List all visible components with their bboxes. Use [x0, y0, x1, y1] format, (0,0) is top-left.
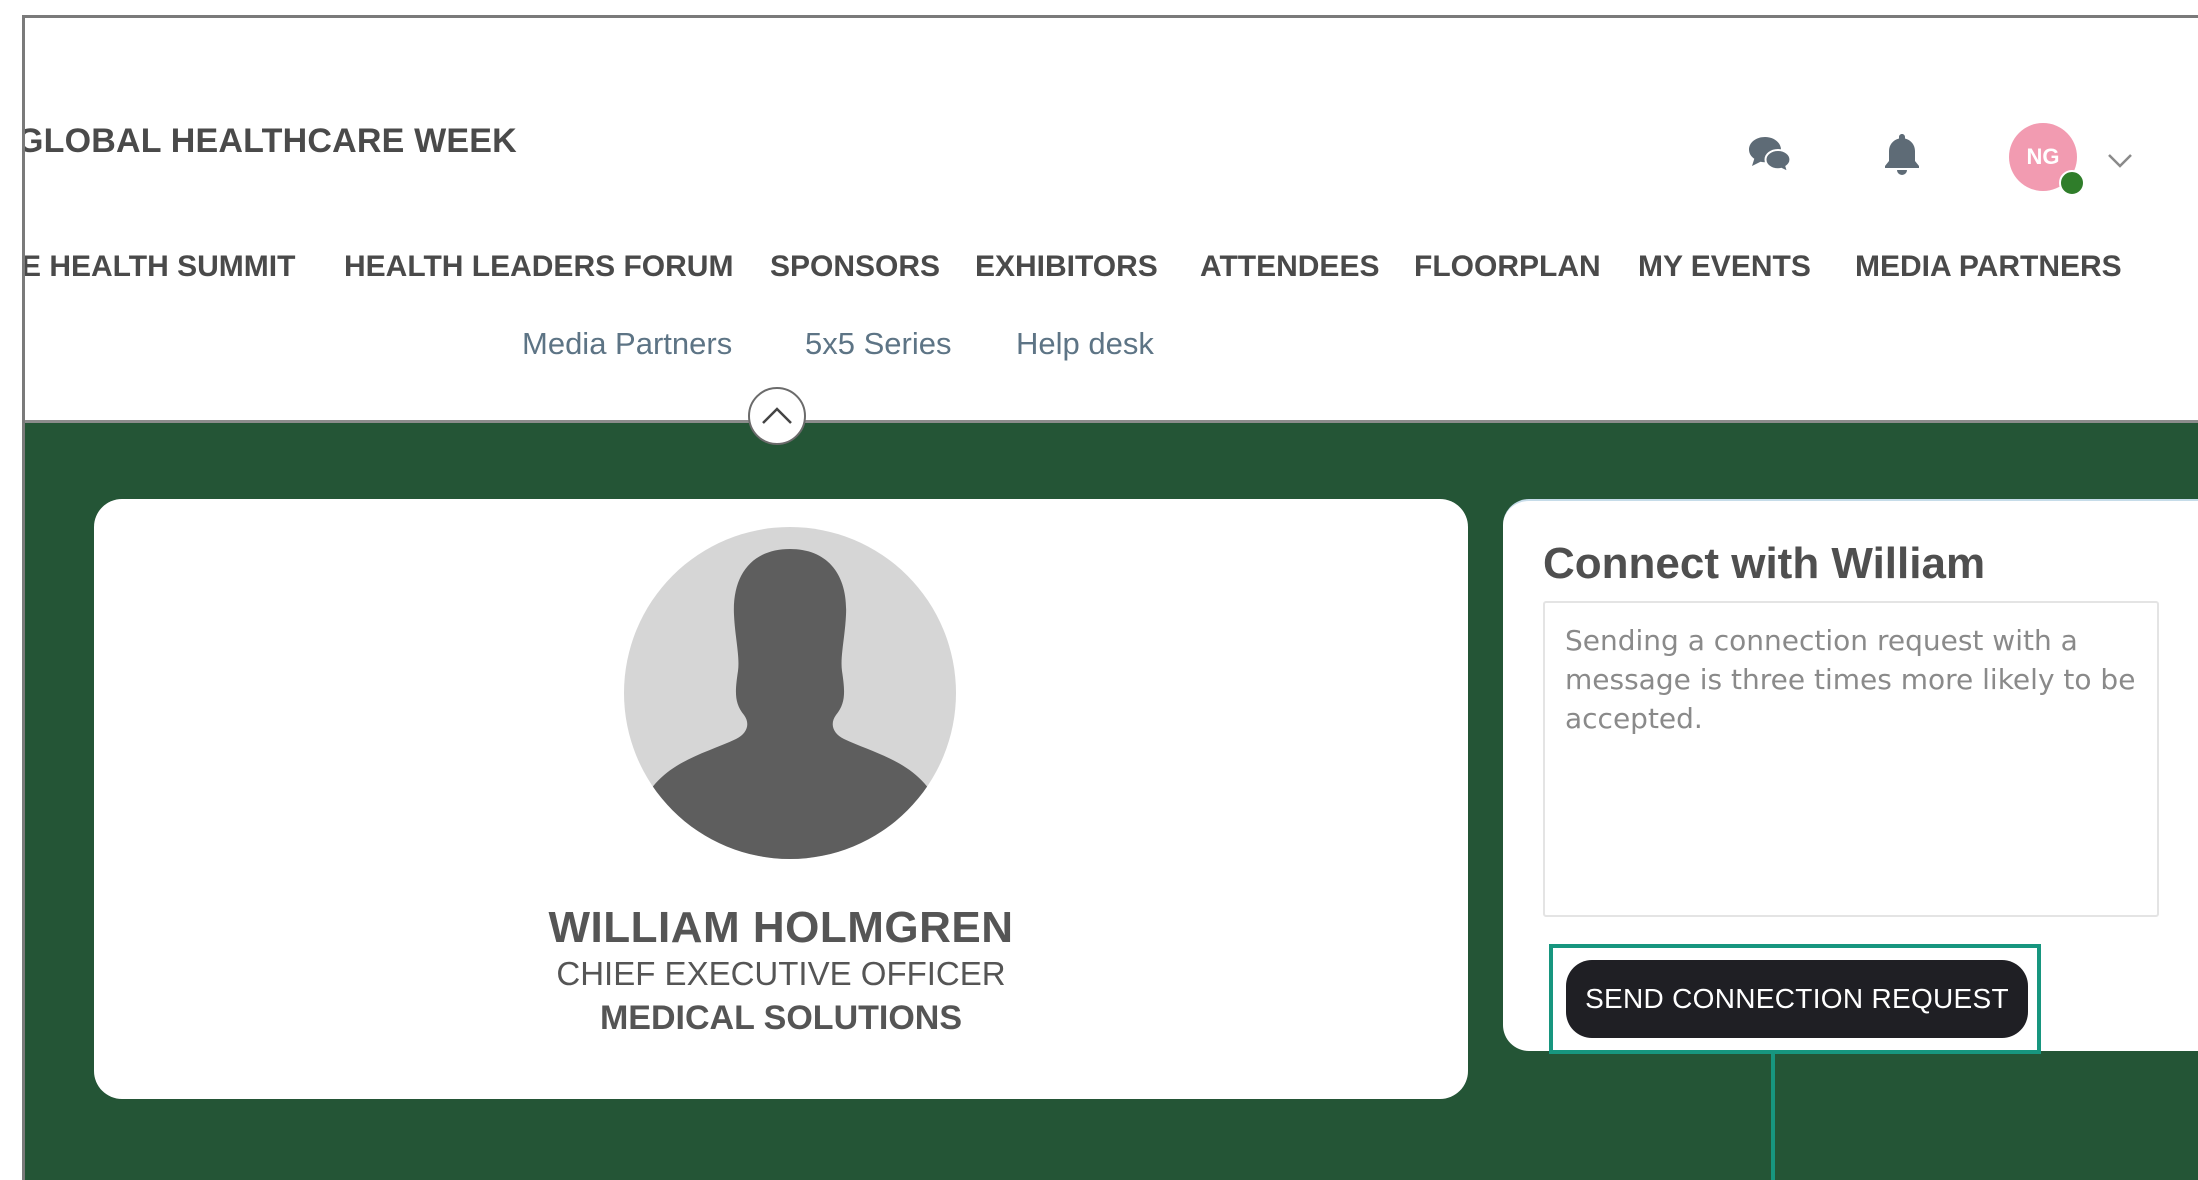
profile-card: WILLIAM HOLMGREN CHIEF EXECUTIVE OFFICER…: [94, 499, 1468, 1099]
bell-icon[interactable]: [1878, 130, 1926, 178]
nav-health-leaders-forum[interactable]: HEALTH LEADERS FORUM: [344, 250, 733, 284]
profile-avatar: [624, 527, 956, 859]
nav-my-events[interactable]: MY EVENTS: [1638, 250, 1811, 284]
callout-line: [1771, 1054, 1775, 1180]
subnav-help-desk[interactable]: Help desk: [1016, 326, 1154, 362]
app-window: GLOBAL HEALTHCARE WEEK NG E HEALTH SUMMI…: [22, 15, 2198, 1180]
profile-company: MEDICAL SOLUTIONS: [599, 999, 963, 1037]
chevron-up-icon: [762, 407, 792, 424]
subnav-media-partners[interactable]: Media Partners: [522, 326, 732, 362]
connection-message-input[interactable]: [1543, 601, 2159, 917]
collapse-header-button[interactable]: [748, 387, 806, 445]
nav-exhibitors[interactable]: EXHIBITORS: [975, 250, 1158, 284]
main-content: WILLIAM HOLMGREN CHIEF EXECUTIVE OFFICER…: [25, 423, 2198, 1180]
profile-name: WILLIAM HOLMGREN: [548, 903, 1014, 952]
site-title[interactable]: GLOBAL HEALTHCARE WEEK: [25, 122, 517, 161]
nav-media-partners[interactable]: MEDIA PARTNERS: [1855, 250, 2122, 284]
online-status-indicator: [2059, 170, 2085, 196]
send-connection-request-button[interactable]: SEND CONNECTION REQUEST: [1566, 960, 2028, 1038]
profile-job-title: CHIEF EXECUTIVE OFFICER: [556, 955, 1006, 992]
nav-floorplan[interactable]: FLOORPLAN: [1414, 250, 1601, 284]
nav-attendees[interactable]: ATTENDEES: [1200, 250, 1379, 284]
nav-sponsors[interactable]: SPONSORS: [770, 250, 940, 284]
chat-bubbles-icon[interactable]: [1745, 131, 1793, 179]
person-silhouette-icon: [634, 549, 946, 859]
subnav-5x5-series[interactable]: 5x5 Series: [805, 326, 951, 362]
nav-health-summit[interactable]: E HEALTH SUMMIT: [25, 250, 295, 284]
site-header: GLOBAL HEALTHCARE WEEK NG E HEALTH SUMMI…: [25, 18, 2198, 423]
connect-heading: Connect with William: [1543, 539, 1986, 588]
chevron-down-icon[interactable]: [2103, 143, 2137, 177]
